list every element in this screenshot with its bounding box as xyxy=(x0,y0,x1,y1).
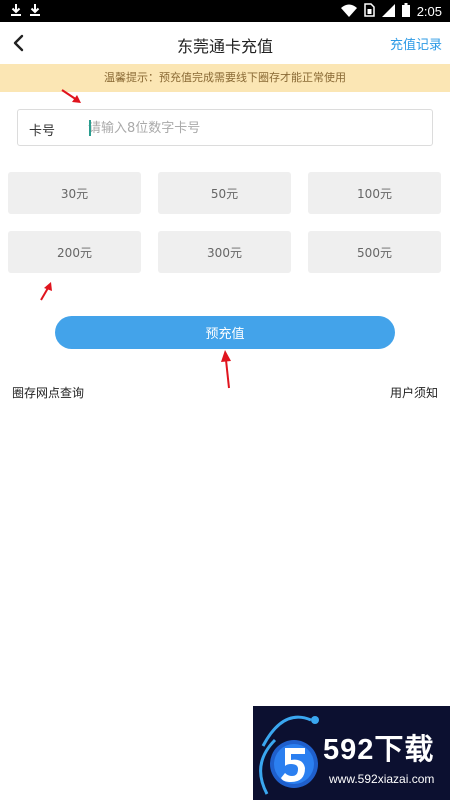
annotation-arrow-icon xyxy=(40,282,52,301)
status-bar: 2:05 xyxy=(0,0,450,22)
text-cursor xyxy=(89,120,91,136)
amount-option-500[interactable]: 500元 xyxy=(308,231,441,273)
annotation-arrow-icon xyxy=(221,350,231,389)
site-logo-icon xyxy=(259,715,319,795)
battery-icon xyxy=(401,2,410,21)
watermark-brand: 592下载 xyxy=(323,734,435,766)
card-number-input[interactable] xyxy=(88,116,418,140)
amount-option-300[interactable]: 300元 xyxy=(158,231,291,273)
prepay-button[interactable]: 预充值 xyxy=(55,316,395,349)
page-title: 东莞通卡充值 xyxy=(176,37,273,56)
amount-option-30[interactable]: 30元 xyxy=(8,172,141,214)
signal-icon xyxy=(381,2,395,21)
download-icon xyxy=(10,3,22,17)
user-notice-link[interactable]: 用户须知 xyxy=(390,384,438,401)
amount-option-50[interactable]: 50元 xyxy=(158,172,291,214)
amount-option-200[interactable]: 200元 xyxy=(8,231,141,273)
title-bar: 东莞通卡充值 充值记录 xyxy=(0,22,450,64)
notice-banner: 温馨提示：预充值完成需要线下圈存才能正常使用 xyxy=(0,64,450,92)
station-query-link[interactable]: 圈存网点查询 xyxy=(12,384,84,401)
amount-option-100[interactable]: 100元 xyxy=(308,172,441,214)
wifi-icon xyxy=(340,2,357,21)
sim-icon xyxy=(363,2,375,21)
status-time: 2:05 xyxy=(416,3,442,19)
card-number-field: 卡号 xyxy=(17,109,433,146)
watermark-url: www.592xiazai.com xyxy=(329,772,435,786)
watermark: 592下载 www.592xiazai.com xyxy=(253,706,450,800)
download-icon xyxy=(29,3,41,17)
recharge-history-link[interactable]: 充值记录 xyxy=(390,34,442,53)
card-number-label: 卡号 xyxy=(29,124,56,139)
